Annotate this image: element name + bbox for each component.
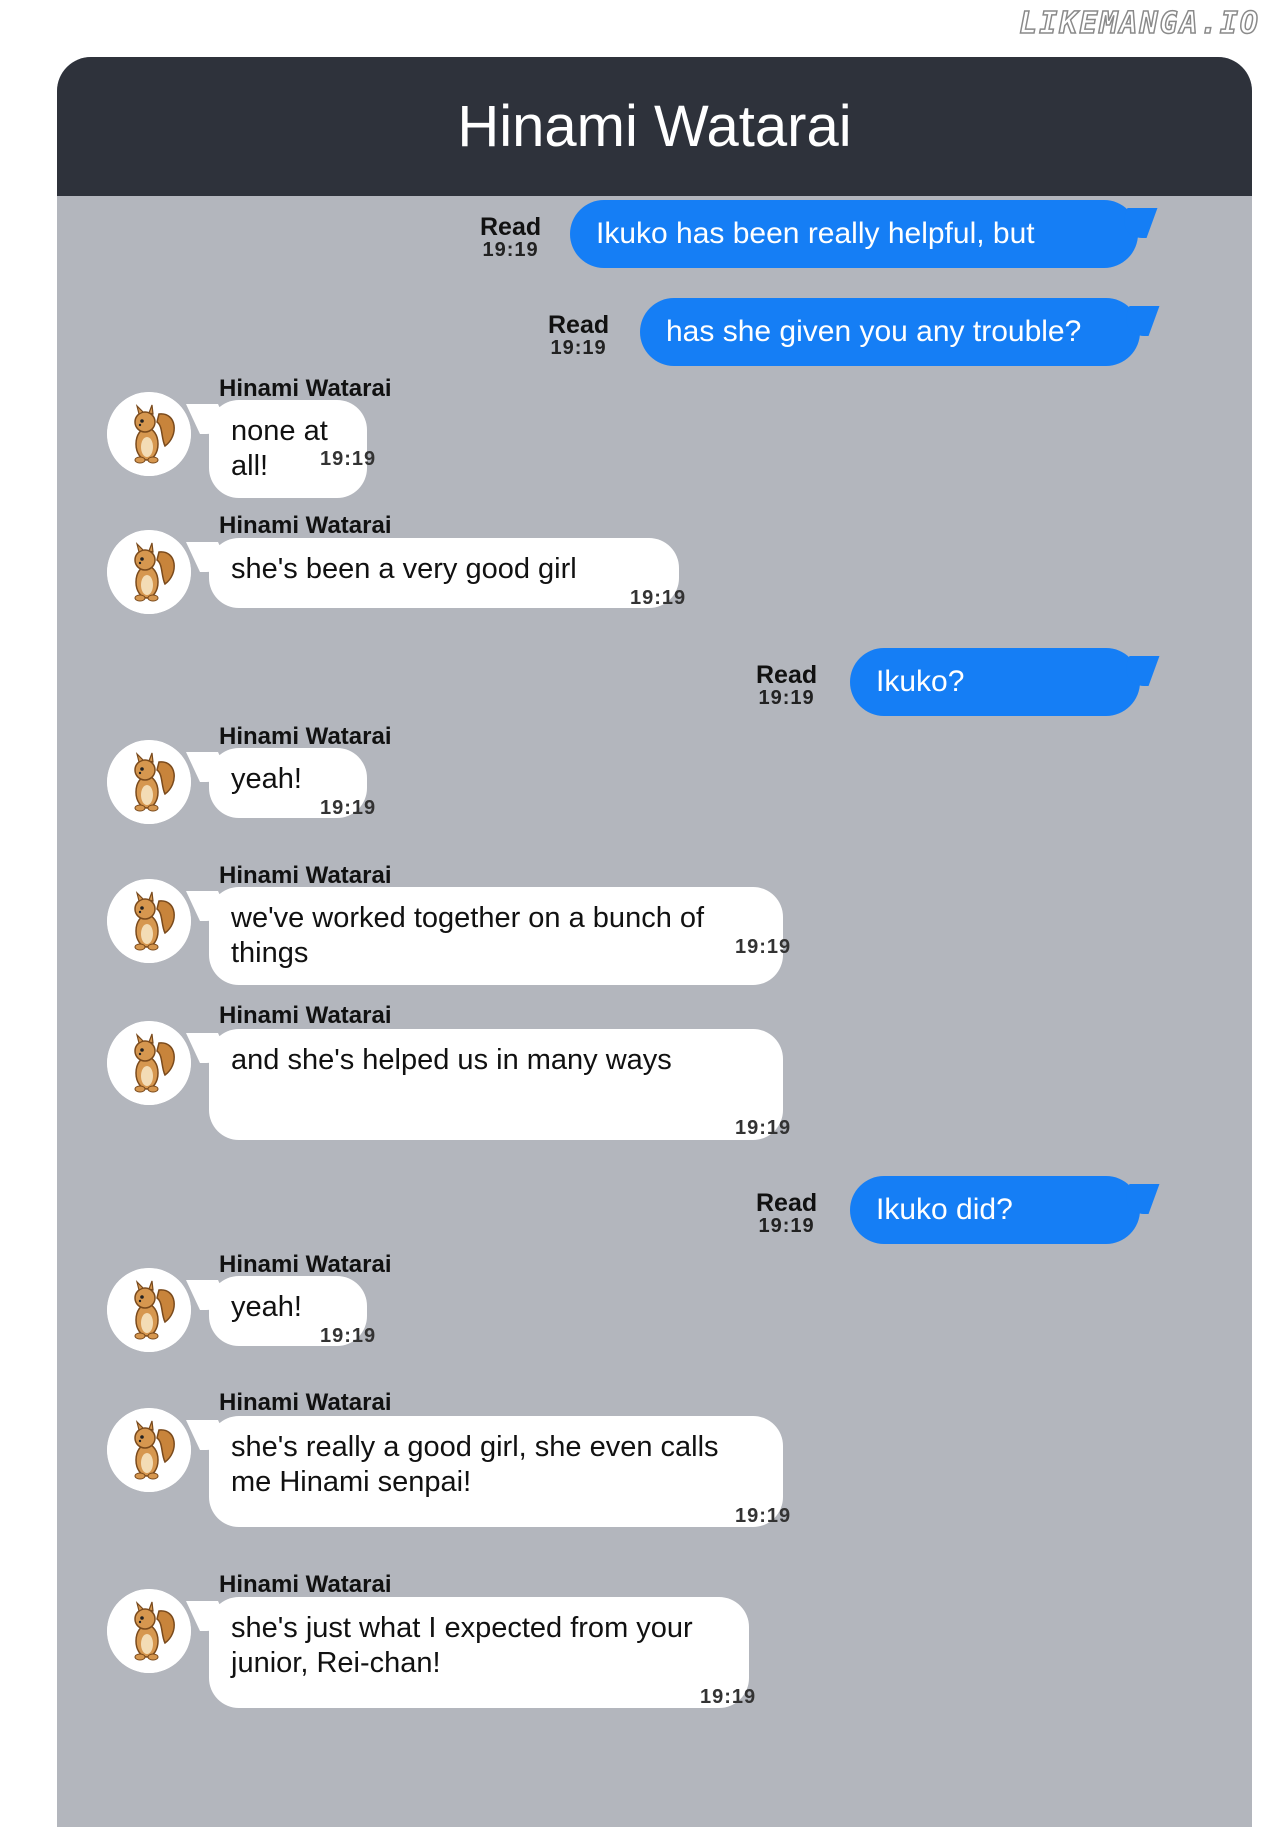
message-time: 19:19 — [735, 1505, 792, 1527]
squirrel-icon[interactable] — [107, 1589, 191, 1673]
read-status: Read — [756, 661, 818, 689]
message-text: yeah! — [231, 763, 302, 795]
squirrel-icon[interactable] — [107, 392, 191, 476]
incoming-bubble[interactable]: she's been a very good girl — [209, 538, 679, 608]
message-time: 19:19 — [320, 797, 377, 819]
squirrel-icon[interactable] — [107, 740, 191, 824]
message-time: 19:19 — [758, 1215, 815, 1237]
message-text: she's been a very good girl — [231, 553, 577, 585]
sender-name: Hinami Watarai — [219, 862, 392, 889]
squirrel-icon[interactable] — [107, 1268, 191, 1352]
outgoing-bubble[interactable]: Ikuko did? — [850, 1176, 1140, 1244]
sender-name: Hinami Watarai — [219, 1389, 392, 1416]
chat-window: Hinami Watarai Ikuko has been really hel… — [57, 57, 1252, 1827]
message-text: she's just what I expected from your jun… — [231, 1612, 693, 1679]
sender-name: Hinami Watarai — [219, 375, 392, 402]
incoming-bubble[interactable]: she's just what I expected from your jun… — [209, 1597, 749, 1708]
message-time: 19:19 — [758, 687, 815, 709]
message-time: 19:19 — [630, 587, 687, 609]
message-time: 19:19 — [735, 1117, 792, 1139]
outgoing-bubble[interactable]: Ikuko? — [850, 648, 1140, 716]
incoming-bubble[interactable]: she's really a good girl, she even calls… — [209, 1416, 783, 1527]
sender-name: Hinami Watarai — [219, 1571, 392, 1598]
contact-name-title: Hinami Watarai — [457, 94, 852, 159]
outgoing-bubble[interactable]: Ikuko has been really helpful, but — [570, 200, 1138, 268]
sender-name: Hinami Watarai — [219, 1251, 392, 1278]
message-text: and she's helped us in many ways — [231, 1044, 672, 1076]
squirrel-icon[interactable] — [107, 879, 191, 963]
message-time: 19:19 — [735, 936, 792, 958]
message-time: 19:19 — [320, 448, 377, 470]
message-time: 19:19 — [550, 337, 607, 359]
squirrel-icon[interactable] — [107, 1021, 191, 1105]
message-time: 19:19 — [320, 1325, 377, 1347]
watermark: LIKEMANGA.IO — [1019, 5, 1260, 42]
chat-header: Hinami Watarai — [57, 57, 1252, 196]
message-time: 19:19 — [700, 1686, 757, 1708]
incoming-bubble[interactable]: we've worked together on a bunch of thin… — [209, 887, 783, 985]
squirrel-icon[interactable] — [107, 530, 191, 614]
message-text: we've worked together on a bunch of thin… — [231, 902, 705, 969]
read-receipt: Read 19:19 — [480, 213, 542, 261]
outgoing-bubble[interactable]: has she given you any trouble? — [640, 298, 1140, 366]
read-status: Read — [548, 311, 610, 339]
read-status: Read — [756, 1189, 818, 1217]
read-receipt: Read 19:19 — [756, 661, 818, 709]
read-receipt: Read 19:19 — [756, 1189, 818, 1237]
read-status: Read — [480, 213, 542, 241]
read-receipt: Read 19:19 — [548, 311, 610, 359]
message-text: she's really a good girl, she even calls… — [231, 1431, 719, 1498]
message-text: yeah! — [231, 1291, 302, 1323]
sender-name: Hinami Watarai — [219, 1002, 392, 1029]
sender-name: Hinami Watarai — [219, 512, 392, 539]
sender-name: Hinami Watarai — [219, 723, 392, 750]
message-time: 19:19 — [482, 239, 539, 261]
message-text: none at all! — [231, 415, 328, 482]
incoming-bubble[interactable]: and she's helped us in many ways — [209, 1029, 783, 1140]
squirrel-icon[interactable] — [107, 1408, 191, 1492]
